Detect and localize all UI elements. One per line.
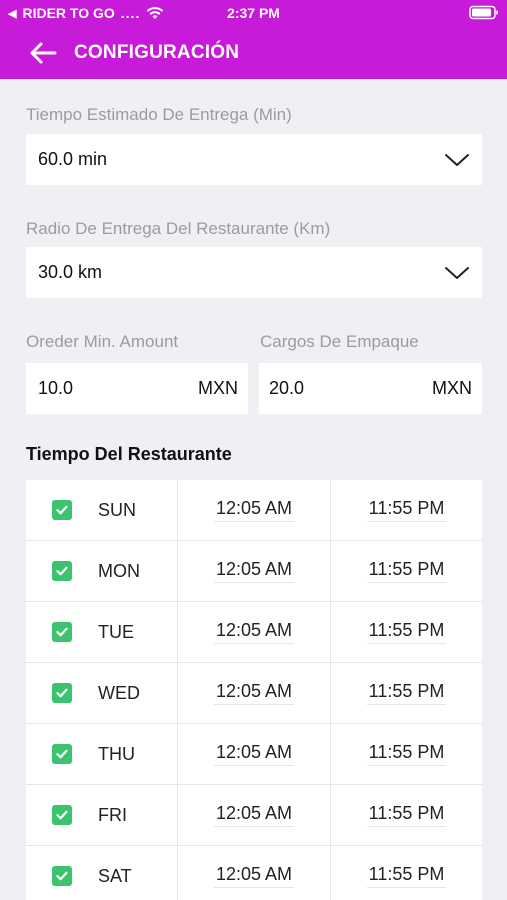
check-icon [56,749,68,759]
close-time-cell: 11:55 PM [331,724,482,784]
check-icon [56,566,68,576]
day-label: SAT [98,865,132,886]
open-time-cell: 12:05 AM [178,785,331,845]
open-time-field[interactable]: 12:05 AM [213,498,295,522]
day-checkbox[interactable] [52,866,72,886]
open-time-cell: 12:05 AM [178,724,331,784]
battery-icon [469,5,498,20]
header: ◀ RIDER TO GO .... 2:37 PM CONFIGURACIÓN [0,0,507,79]
day-cell: SUN [26,480,178,540]
close-time-cell: 11:55 PM [331,785,482,845]
chevron-down-icon [445,153,469,166]
close-time-field[interactable]: 11:55 PM [366,742,447,766]
day-cell: MON [26,541,178,601]
day-label: THU [98,743,135,764]
day-label: SUN [98,499,137,520]
delivery-time-select[interactable]: 60.0 min [26,134,482,185]
day-cell: TUE [26,602,178,662]
table-row: THU 12:05 AM 11:55 PM [26,724,482,785]
check-icon [56,688,68,698]
packing-charges-label: Cargos De Empaque [260,332,419,351]
open-time-field[interactable]: 12:05 AM [213,803,295,827]
open-time-cell: 12:05 AM [178,541,331,601]
day-label: TUE [98,621,134,642]
table-row: MON 12:05 AM 11:55 PM [26,541,482,602]
schedule-table: SUN 12:05 AM 11:55 PM MON 12:05 AM 11:55… [26,480,482,900]
open-time-field[interactable]: 12:05 AM [213,742,295,766]
check-icon [56,505,68,515]
day-checkbox[interactable] [52,683,72,703]
min-amount-unit: MXN [198,378,238,398]
min-amount-value: 10.0 [38,378,74,398]
day-label: WED [98,682,140,703]
table-row: WED 12:05 AM 11:55 PM [26,663,482,724]
day-checkbox[interactable] [52,561,72,581]
close-time-field[interactable]: 11:55 PM [366,620,447,644]
open-time-cell: 12:05 AM [178,602,331,662]
close-time-field[interactable]: 11:55 PM [366,498,447,522]
open-time-cell: 12:05 AM [178,846,331,900]
delivery-radius-value: 30.0 km [38,262,103,282]
open-time-field[interactable]: 12:05 AM [213,620,295,644]
status-bar: ◀ RIDER TO GO .... 2:37 PM [0,0,507,26]
day-label: MON [98,560,140,581]
close-time-cell: 11:55 PM [331,663,482,723]
table-row: SAT 12:05 AM 11:55 PM [26,846,482,900]
delivery-time-value: 60.0 min [38,149,108,169]
day-cell: SAT [26,846,178,900]
open-time-field[interactable]: 12:05 AM [213,681,295,705]
app-bar: CONFIGURACIÓN [0,30,507,76]
delivery-radius-label: Radio De Entrega Del Restaurante (Km) [26,219,331,238]
check-icon [56,871,68,881]
day-cell: THU [26,724,178,784]
packing-charges-unit: MXN [432,378,472,398]
packing-charges-value: 20.0 [269,378,305,398]
close-time-field[interactable]: 11:55 PM [366,864,447,888]
day-label: FRI [98,804,127,825]
close-time-cell: 11:55 PM [331,480,482,540]
min-amount-label: Oreder Min. Amount [26,332,179,351]
day-checkbox[interactable] [52,805,72,825]
day-checkbox[interactable] [52,744,72,764]
day-checkbox[interactable] [52,500,72,520]
table-row: TUE 12:05 AM 11:55 PM [26,602,482,663]
open-time-field[interactable]: 12:05 AM [213,559,295,583]
packing-charges-input[interactable]: 20.0 MXN [259,363,482,414]
arrow-left-icon [30,42,57,64]
delivery-radius-select[interactable]: 30.0 km [26,247,482,298]
status-time: 2:37 PM [227,5,280,21]
close-time-field[interactable]: 11:55 PM [366,559,447,583]
back-button[interactable] [28,39,64,67]
close-time-cell: 11:55 PM [331,602,482,662]
day-checkbox[interactable] [52,622,72,642]
schedule-title: Tiempo Del Restaurante [26,444,232,464]
day-cell: FRI [26,785,178,845]
open-time-field[interactable]: 12:05 AM [213,864,295,888]
table-row: FRI 12:05 AM 11:55 PM [26,785,482,846]
close-time-cell: 11:55 PM [331,846,482,900]
check-icon [56,627,68,637]
check-icon [56,810,68,820]
delivery-time-label: Tiempo Estimado De Entrega (Min) [26,105,292,124]
page-title: CONFIGURACIÓN [74,42,240,63]
open-time-cell: 12:05 AM [178,480,331,540]
close-time-field[interactable]: 11:55 PM [366,803,447,827]
table-row: SUN 12:05 AM 11:55 PM [26,480,482,541]
day-cell: WED [26,663,178,723]
chevron-down-icon [445,266,469,279]
open-time-cell: 12:05 AM [178,663,331,723]
close-time-cell: 11:55 PM [331,541,482,601]
min-amount-input[interactable]: 10.0 MXN [26,363,248,414]
close-time-field[interactable]: 11:55 PM [366,681,447,705]
